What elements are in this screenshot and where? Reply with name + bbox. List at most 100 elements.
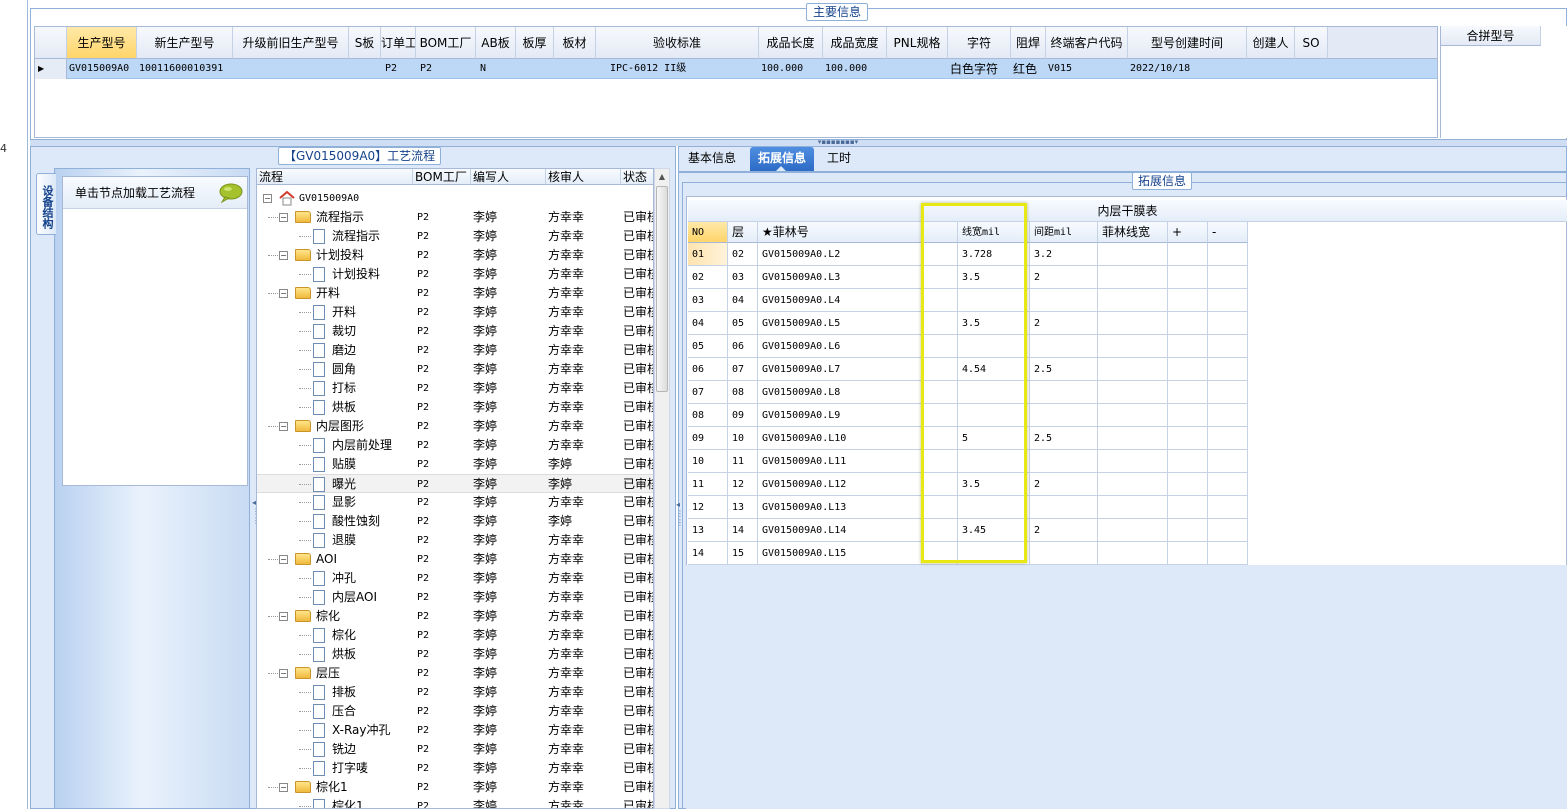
ext-cell[interactable] — [1098, 496, 1168, 519]
ext-cell[interactable]: 10 — [728, 427, 758, 450]
ext-cell[interactable]: 06 — [728, 335, 758, 358]
ext-cell[interactable]: 13 — [728, 496, 758, 519]
main-info-cell[interactable]: IPC-6012 II级 — [596, 59, 759, 79]
ext-cell[interactable] — [1208, 266, 1248, 289]
tree-node-row[interactable]: 内层前处理 P2 李婷 方幸幸 已审核 — [257, 436, 653, 455]
main-col-header[interactable]: S板 — [349, 27, 381, 59]
main-info-cell[interactable]: GV015009A0 — [67, 59, 137, 79]
ext-cell[interactable] — [1168, 243, 1208, 266]
ext-cell[interactable] — [1098, 519, 1168, 542]
main-col-header[interactable]: 型号创建时间 — [1128, 27, 1247, 59]
main-info-row[interactable]: GV015009A0 10011600010391 P2 P2 N IPC-6012 II… — [35, 59, 1437, 79]
ext-cell[interactable] — [1098, 542, 1168, 565]
main-col-header[interactable]: 字符 — [948, 27, 1011, 59]
ext-cell[interactable] — [1030, 289, 1098, 312]
tree-node-row[interactable]: X-Ray冲孔 P2 李婷 方幸幸 已审核 — [257, 721, 653, 740]
tree-node-row[interactable]: − 开料 P2 李婷 方幸幸 已审核 — [257, 284, 653, 303]
ext-cell[interactable] — [1098, 289, 1168, 312]
tree-node-row[interactable]: 烘板 P2 李婷 方幸幸 已审核 — [257, 645, 653, 664]
ext-cell[interactable]: GV015009A0.L10 — [758, 427, 922, 450]
ext-cell[interactable] — [1168, 312, 1208, 335]
tree-node-row[interactable]: − 层压 P2 李婷 方幸幸 已审核 — [257, 664, 653, 683]
ext-row-number[interactable]: 06 — [688, 358, 728, 381]
tree-node-row[interactable]: 打字唛 P2 李婷 方幸幸 已审核 — [257, 759, 653, 778]
ext-col-header[interactable]: 间距mil — [1030, 222, 1098, 243]
collapse-icon[interactable]: − — [279, 555, 288, 564]
ext-col-header[interactable]: 层 — [728, 222, 758, 243]
ext-cell[interactable]: GV015009A0.L13 — [758, 496, 922, 519]
ext-col-header[interactable]: 菲林线宽 — [1098, 222, 1168, 243]
ext-cell[interactable] — [1030, 381, 1098, 404]
tree-node-row[interactable]: 贴膜 P2 李婷 李婷 已审核 — [257, 455, 653, 474]
tree-node-row[interactable]: 磨边 P2 李婷 方幸幸 已审核 — [257, 341, 653, 360]
ext-cell[interactable] — [1168, 335, 1208, 358]
ext-cell[interactable] — [1098, 473, 1168, 496]
tree-node-row[interactable]: 铣边 P2 李婷 方幸幸 已审核 — [257, 740, 653, 759]
ext-cell[interactable]: 14 — [728, 519, 758, 542]
tree-node-row[interactable]: 裁切 P2 李婷 方幸幸 已审核 — [257, 322, 653, 341]
collapse-icon[interactable]: − — [263, 194, 272, 203]
main-info-cell[interactable]: 100.000 — [759, 59, 823, 79]
tree-node-row[interactable]: 烘板 P2 李婷 方幸幸 已审核 — [257, 398, 653, 417]
ext-row-number[interactable]: 08 — [688, 404, 728, 427]
ext-cell[interactable] — [1098, 381, 1168, 404]
ext-cell[interactable]: 07 — [728, 358, 758, 381]
main-col-header[interactable]: 生产型号 — [67, 27, 137, 59]
ext-cell[interactable] — [1208, 335, 1248, 358]
main-col-header[interactable]: 板材 — [554, 27, 596, 59]
tree-node-row[interactable]: − 流程指示 P2 李婷 方幸幸 已审核 — [257, 208, 653, 227]
tree-node-row[interactable]: 退膜 P2 李婷 方幸幸 已审核 — [257, 531, 653, 550]
main-col-header[interactable]: 阻焊 — [1011, 27, 1046, 59]
main-info-cell[interactable]: N — [476, 59, 516, 79]
tree-node-row[interactable]: 压合 P2 李婷 方幸幸 已审核 — [257, 702, 653, 721]
ext-row-number[interactable]: 11 — [688, 473, 728, 496]
ext-cell[interactable] — [1168, 266, 1208, 289]
tree-node-row[interactable]: 打标 P2 李婷 方幸幸 已审核 — [257, 379, 653, 398]
ext-cell[interactable]: 2.5 — [1030, 358, 1098, 381]
collapse-icon[interactable]: − — [279, 289, 288, 298]
ext-cell[interactable] — [1168, 450, 1208, 473]
ext-cell[interactable] — [1208, 404, 1248, 427]
tree-col-header[interactable]: 状态 — [621, 169, 653, 185]
ext-cell[interactable] — [1098, 358, 1168, 381]
ext-cell[interactable]: GV015009A0.L2 — [758, 243, 922, 266]
ext-cell[interactable]: 12 — [728, 473, 758, 496]
main-col-header[interactable]: 成品宽度 — [823, 27, 887, 59]
main-col-header[interactable]: AB板 — [476, 27, 516, 59]
ext-row-number[interactable]: 10 — [688, 450, 728, 473]
tree-scroll-thumb[interactable] — [656, 186, 668, 392]
ext-row-number[interactable]: 12 — [688, 496, 728, 519]
ext-cell[interactable]: 2.5 — [1030, 427, 1098, 450]
ext-col-header[interactable]: ★菲林号 — [758, 222, 922, 243]
tree-node-row[interactable]: 曝光 P2 李婷 李婷 已审核 — [257, 474, 653, 493]
main-col-header[interactable]: 新生产型号 — [137, 27, 233, 59]
ext-cell[interactable] — [1208, 381, 1248, 404]
ext-cell[interactable]: GV015009A0.L15 — [758, 542, 922, 565]
main-info-cell[interactable]: 白色字符 — [948, 59, 1011, 79]
tree-node-row[interactable]: − 棕化1 P2 李婷 方幸幸 已审核 — [257, 778, 653, 797]
tree-root-row[interactable]: − GV015009A0 — [257, 189, 653, 208]
ext-cell[interactable] — [1098, 243, 1168, 266]
ext-row-number[interactable]: 03 — [688, 289, 728, 312]
collapse-icon[interactable]: − — [279, 669, 288, 678]
ext-cell[interactable]: GV015009A0.L8 — [758, 381, 922, 404]
ext-cell[interactable]: 08 — [728, 381, 758, 404]
ext-cell[interactable]: GV015009A0.L5 — [758, 312, 922, 335]
main-col-header[interactable]: 订单工厂 — [381, 27, 416, 59]
ext-cell[interactable] — [1208, 542, 1248, 565]
tree-node-row[interactable]: 酸性蚀刻 P2 李婷 李婷 已审核 — [257, 512, 653, 531]
tree-node-row[interactable]: 棕化1 P2 李婷 方幸幸 已审核 — [257, 797, 653, 808]
ext-cell[interactable]: 15 — [728, 542, 758, 565]
ext-cell[interactable]: GV015009A0.L9 — [758, 404, 922, 427]
ext-cell[interactable] — [1168, 519, 1208, 542]
ext-cell[interactable] — [1030, 542, 1098, 565]
collapse-icon[interactable]: − — [279, 213, 288, 222]
ext-cell[interactable] — [1168, 381, 1208, 404]
ext-row-number[interactable]: 05 — [688, 335, 728, 358]
main-col-header[interactable]: 板厚 — [516, 27, 554, 59]
tree-node-row[interactable]: 显影 P2 李婷 方幸幸 已审核 — [257, 493, 653, 512]
ext-row-number[interactable]: 14 — [688, 542, 728, 565]
ext-cell[interactable] — [1168, 404, 1208, 427]
main-info-cell[interactable]: 2022/10/18 — [1128, 59, 1247, 79]
ext-cell[interactable]: GV015009A0.L11 — [758, 450, 922, 473]
